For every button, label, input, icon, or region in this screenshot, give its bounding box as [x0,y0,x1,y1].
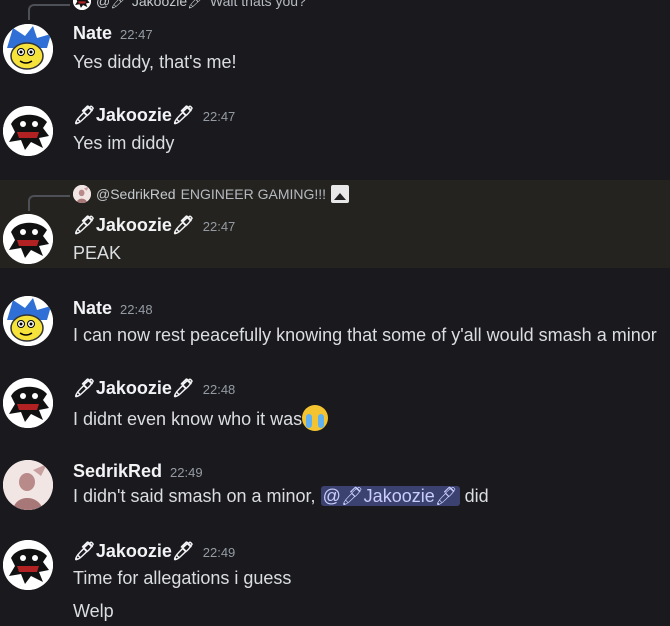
avatar[interactable] [3,378,53,428]
avatar[interactable] [3,24,53,74]
author-name[interactable]: Nate [73,23,112,43]
timestamp: 22:49 [170,465,203,480]
reply-preview[interactable]: @SedrikRed ENGINEER GAMING!!! [73,185,350,203]
author-name[interactable]: 🖊Jakoozie🖊 [73,541,195,561]
avatar[interactable] [3,540,53,590]
message: 🖊Jakoozie🖊 22:48 I didnt even know who it… [0,374,670,444]
timestamp: 22:47 [202,109,236,124]
reply-connector [28,195,70,211]
timestamp: 22:47 [202,219,236,234]
reply-avatar [73,185,91,203]
author-name[interactable]: SedrikRed [73,461,162,481]
timestamp: 22:49 [202,545,236,560]
avatar[interactable] [3,106,53,156]
avatar[interactable] [3,296,53,346]
author-name[interactable]: Nate [73,298,112,318]
author-name[interactable]: 🖊Jakoozie🖊 [73,215,195,235]
message-text: Welp [73,601,114,621]
avatar[interactable] [3,214,53,264]
message-text-tail: did [459,486,489,506]
reply-author[interactable]: @SedrikRed [96,186,176,202]
message: 🖊Jakoozie🖊 22:49 Time for allegations i g… [0,536,670,626]
message-text: PEAK [73,243,122,263]
author-name[interactable]: 🖊Jakoozie🖊 [73,378,195,398]
timestamp: 22:47 [120,27,153,42]
reply-avatar [73,0,91,10]
avatar[interactable] [3,460,53,510]
timestamp: 22:48 [202,382,236,397]
message-highlighted: @SedrikRed ENGINEER GAMING!!! 🖊Jakoozie🖊… [0,180,670,268]
message-text: Yes im diddy [73,133,175,153]
message: Nate 22:47 Yes diddy, that's me! [0,18,670,88]
reply-author[interactable]: @🖊 Jakoozie🖊 [96,0,205,10]
message: SedrikRed 22:49 I didn't said smash on a … [0,456,670,526]
user-mention[interactable]: @🖊Jakoozie🖊 [320,486,460,506]
message-text: Time for allegations i guess [73,568,292,588]
message-text: I didnt even know who it was [73,409,303,429]
reply-preview[interactable]: @🖊 Jakoozie🖊 Wait thats you? [73,0,306,10]
message-text: I can now rest peacefully knowing that s… [73,325,657,345]
timestamp: 22:48 [120,302,153,317]
image-icon [331,185,350,203]
message: Nate 22:48 I can now rest peacefully know… [0,292,670,362]
crying-face-emoji[interactable] [302,405,329,431]
chat-log: @🖊 Jakoozie🖊 Wait thats you? Nate 22:47 Y… [0,0,670,626]
message-text: Yes diddy, that's me! [73,52,237,72]
reply-text: ENGINEER GAMING!!! [180,186,327,202]
reply-text: Wait thats you? [209,0,306,9]
message-text: I didn't said smash on a minor, [73,486,321,506]
author-name[interactable]: 🖊Jakoozie🖊 [73,105,195,125]
message: 🖊Jakoozie🖊 22:47 Yes im diddy [0,100,670,170]
